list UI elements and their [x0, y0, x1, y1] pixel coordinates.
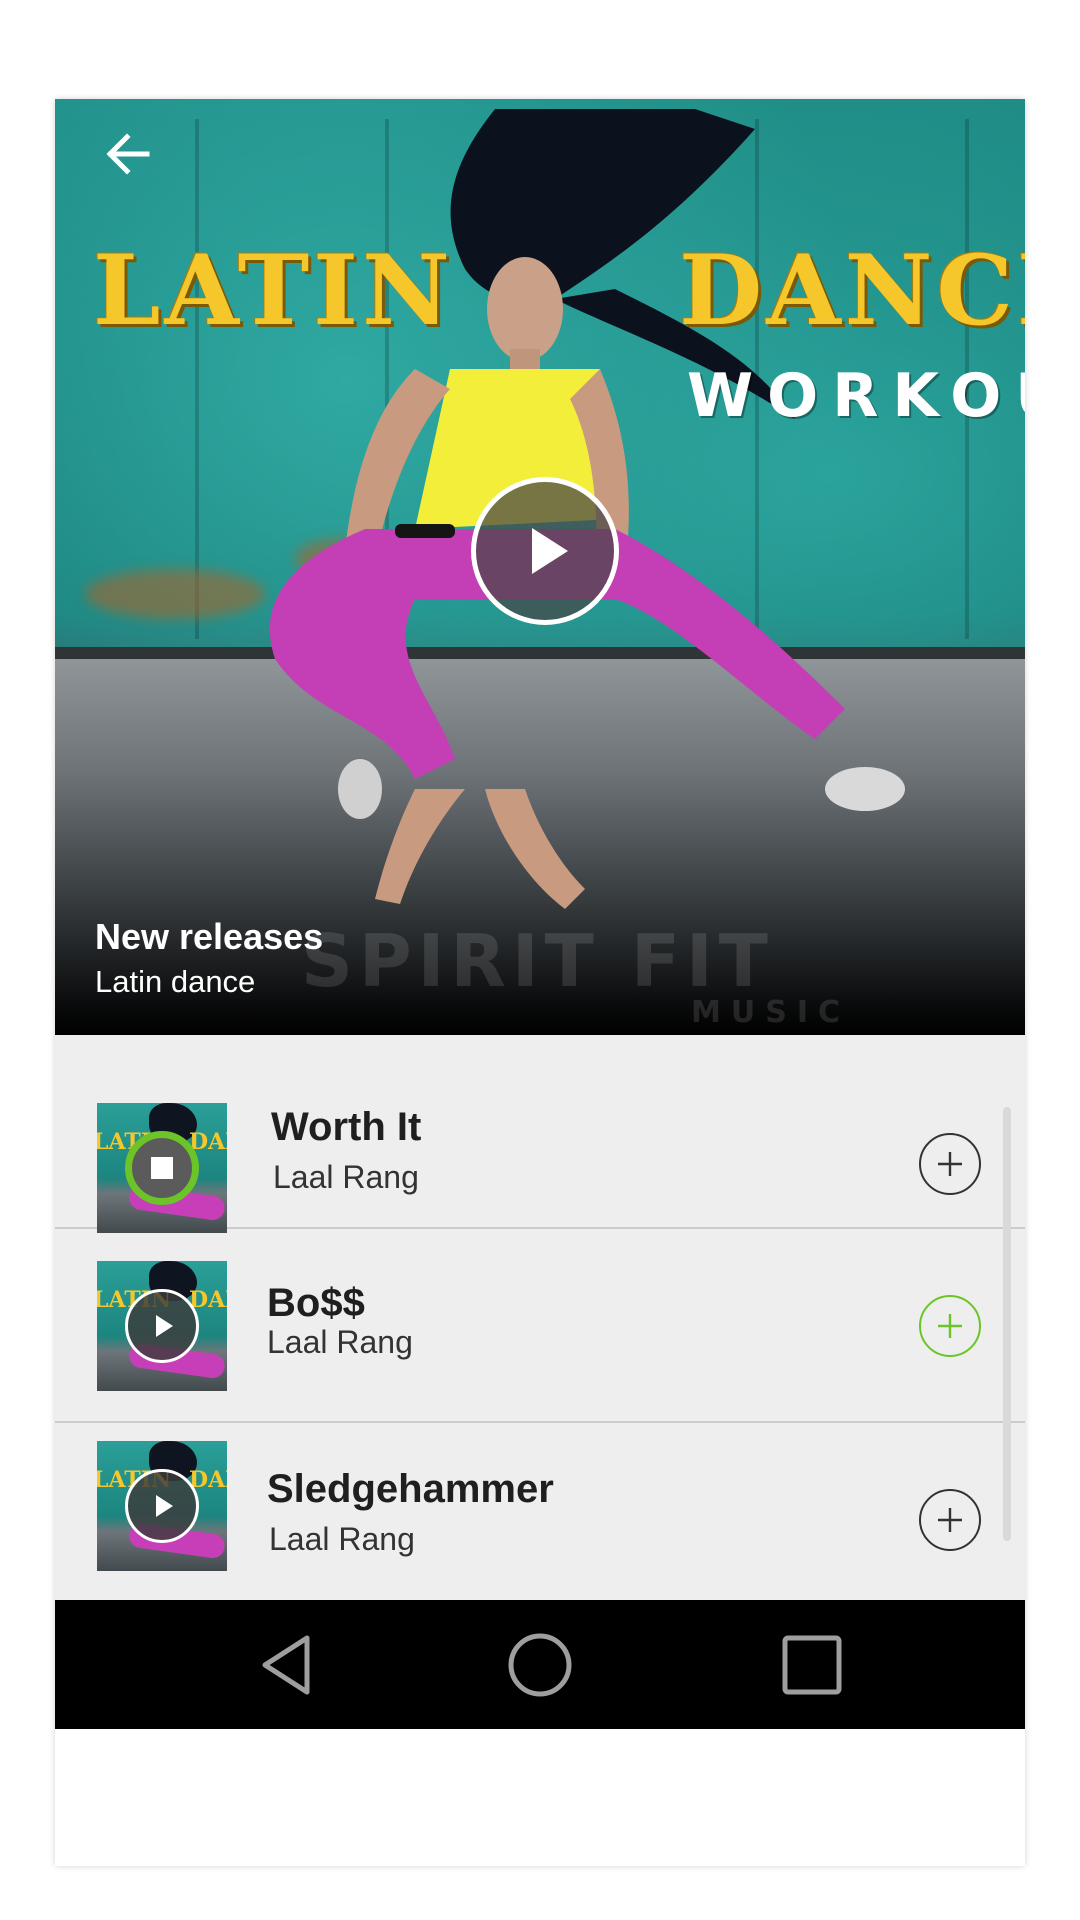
- track-artist: Laal Rang: [267, 1324, 413, 1360]
- artwork-watermark: SPIRIT FIT: [301, 919, 774, 1003]
- hero-banner: LATIN DANCE WORKOUT SPIRIT FIT MUSIC New…: [55, 99, 1025, 1035]
- add-track-button[interactable]: [919, 1133, 981, 1195]
- track-title: Sledgehammer: [267, 1467, 554, 1511]
- artwork-logo-subtitle: WORKOUT: [687, 361, 1025, 431]
- track-artist: Laal Rang: [269, 1521, 415, 1557]
- track-thumbnail: LATIN DAN: [97, 1261, 227, 1391]
- add-track-button[interactable]: [919, 1489, 981, 1551]
- back-button[interactable]: [97, 123, 159, 185]
- play-icon: [156, 1315, 173, 1337]
- artwork-logo-word1: LATIN: [93, 234, 454, 347]
- play-icon: [156, 1495, 173, 1517]
- plus-icon: [938, 1314, 962, 1338]
- track-play-button[interactable]: [125, 1289, 199, 1363]
- hero-subtitle: Latin dance: [95, 964, 256, 999]
- track-title: Bo$$: [267, 1281, 365, 1325]
- play-icon: [532, 528, 568, 574]
- artwork-logo-word2: DANCE: [679, 234, 1025, 347]
- track-list[interactable]: LATIN DAN Worth It Laal Rang LATIN DAN: [55, 1035, 1025, 1600]
- nav-recents-button[interactable]: [773, 1626, 851, 1704]
- triangle-back-icon: [262, 1635, 310, 1695]
- stop-icon: [151, 1157, 173, 1179]
- track-artist: Laal Rang: [273, 1159, 419, 1195]
- track-row[interactable]: LATIN DAN Sledgehammer Laal Rang: [55, 1423, 1025, 1600]
- track-stop-button[interactable]: [125, 1131, 199, 1205]
- list-scrollbar[interactable]: [1003, 1107, 1011, 1541]
- add-track-button[interactable]: [919, 1295, 981, 1357]
- track-thumbnail: LATIN DAN: [97, 1441, 227, 1571]
- hero-play-button[interactable]: [471, 477, 619, 625]
- track-row[interactable]: LATIN DAN Worth It Laal Rang: [55, 1035, 1025, 1233]
- track-title: Worth It: [271, 1105, 422, 1149]
- track-play-button[interactable]: [125, 1469, 199, 1543]
- plus-icon: [938, 1152, 962, 1176]
- app-window: LATIN DANCE WORKOUT SPIRIT FIT MUSIC New…: [55, 99, 1025, 1866]
- circle-home-icon: [508, 1633, 572, 1697]
- hero-caption: New releases Latin dance: [95, 915, 323, 1003]
- arrow-left-icon: [106, 133, 150, 175]
- nav-back-button[interactable]: [247, 1626, 325, 1704]
- system-nav-bar: [55, 1600, 1025, 1729]
- plus-icon: [938, 1508, 962, 1532]
- artwork-watermark-sub: MUSIC: [691, 995, 850, 1030]
- square-recents-icon: [782, 1635, 842, 1695]
- track-thumbnail: LATIN DAN: [97, 1103, 227, 1233]
- nav-home-button[interactable]: [501, 1626, 579, 1704]
- track-row[interactable]: LATIN DAN Bo$$ Laal Rang: [55, 1229, 1025, 1423]
- hero-title: New releases: [95, 916, 324, 957]
